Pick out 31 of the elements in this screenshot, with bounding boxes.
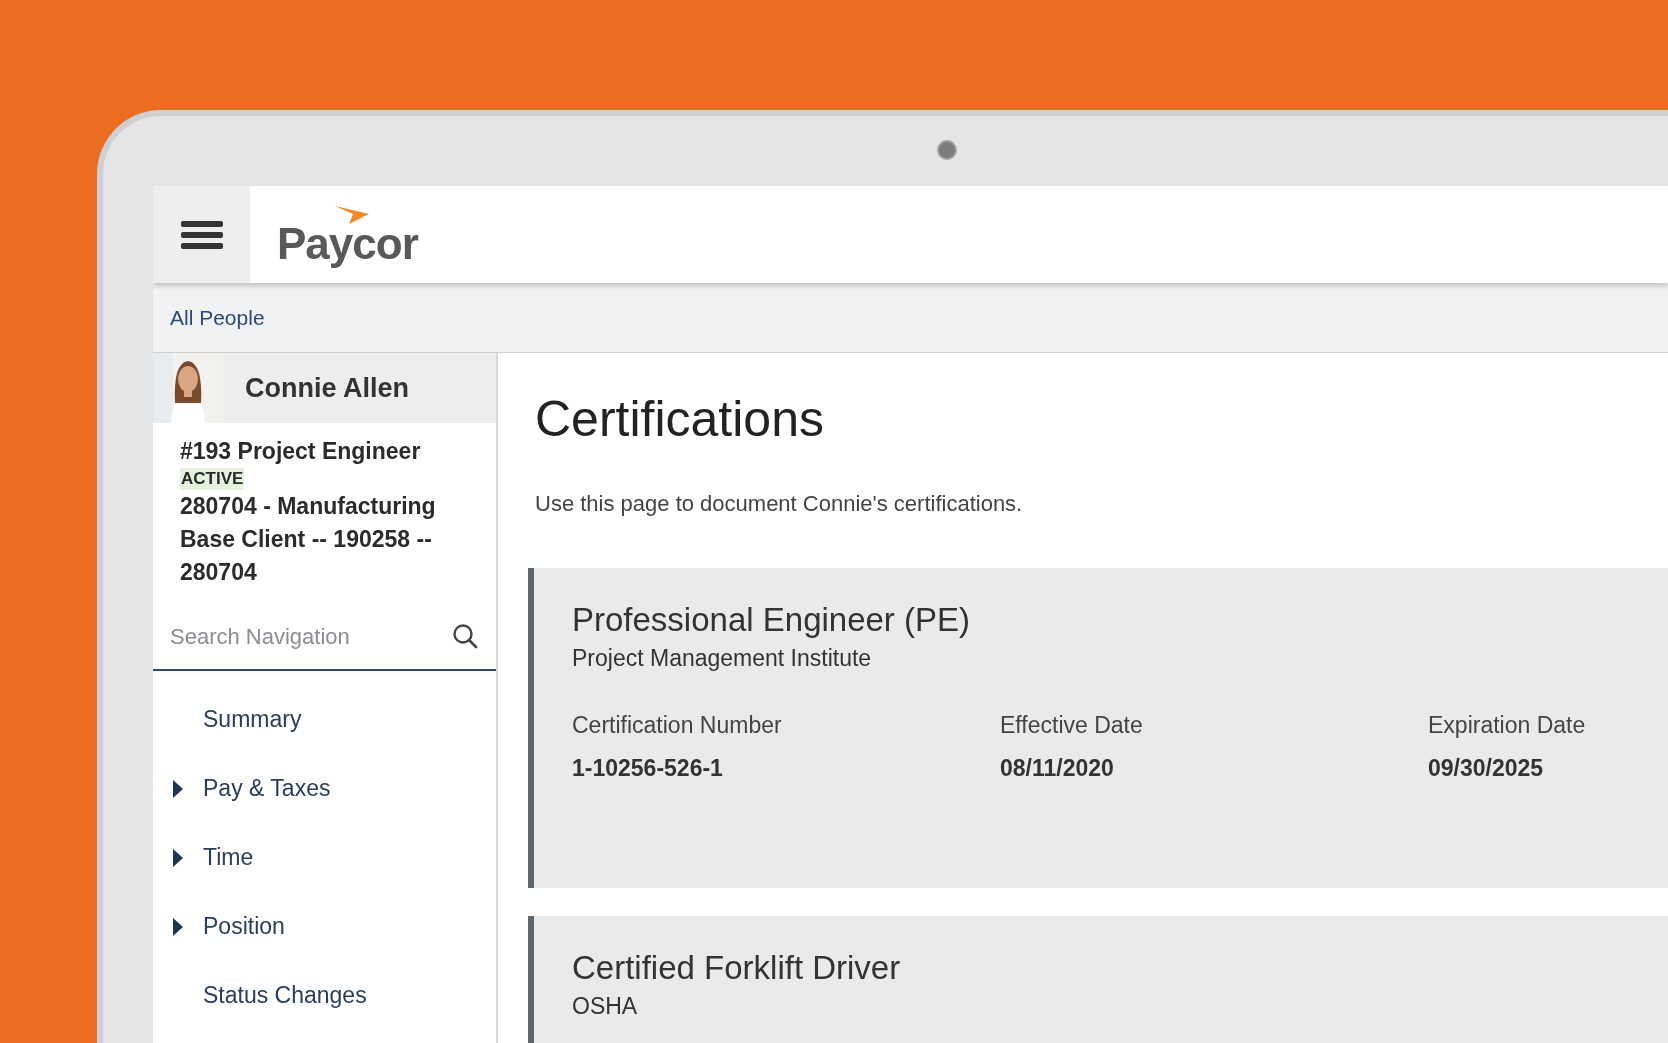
caret-icon [173,917,183,936]
employee-name: Connie Allen [245,371,409,405]
field-label: Certification Number [572,711,783,740]
issuer-name: OSHA [572,992,639,1021]
field-value: 09/30/2025 [1428,753,1545,783]
page-title: Certifications [534,390,825,449]
page-description: Use this page to document Connie's certifications. [534,490,1024,518]
caret-icon [173,848,183,867]
menu-button[interactable] [153,186,250,283]
nav-item[interactable]: Status Changes [153,961,496,1030]
status-badge: ACTIVE [180,468,245,490]
field-label: Effective Date [1000,711,1144,740]
client-text: 280704 - Manufacturing Base Client -- 190258 -- 280704 [180,492,437,587]
search-icon [452,623,478,649]
field-value: 08/11/2020 [1000,753,1115,783]
camera-icon [937,140,957,160]
nav-item[interactable]: Position [153,892,496,961]
chevron-icon [335,205,369,224]
certification-title: Professional Engineer (PE) [572,600,972,640]
search-field[interactable]: Search Navigation [170,619,452,653]
position-title: #193 Project Engineer [180,437,421,466]
nav-item[interactable]: Pay & Taxes [153,754,496,823]
field-label: Expiration Date [1428,711,1587,740]
issuer-name: Project Management Institute [572,644,873,673]
nav-item[interactable]: Summary [153,685,496,754]
nav-item[interactable]: Time [153,823,496,892]
caret-icon [173,779,183,798]
breadcrumb-link[interactable]: All People [170,301,265,334]
field-value: 1-10256-526-1 [572,753,724,783]
certification-title: Certified Forklift Driver [572,948,902,988]
menu-icon [180,218,223,251]
